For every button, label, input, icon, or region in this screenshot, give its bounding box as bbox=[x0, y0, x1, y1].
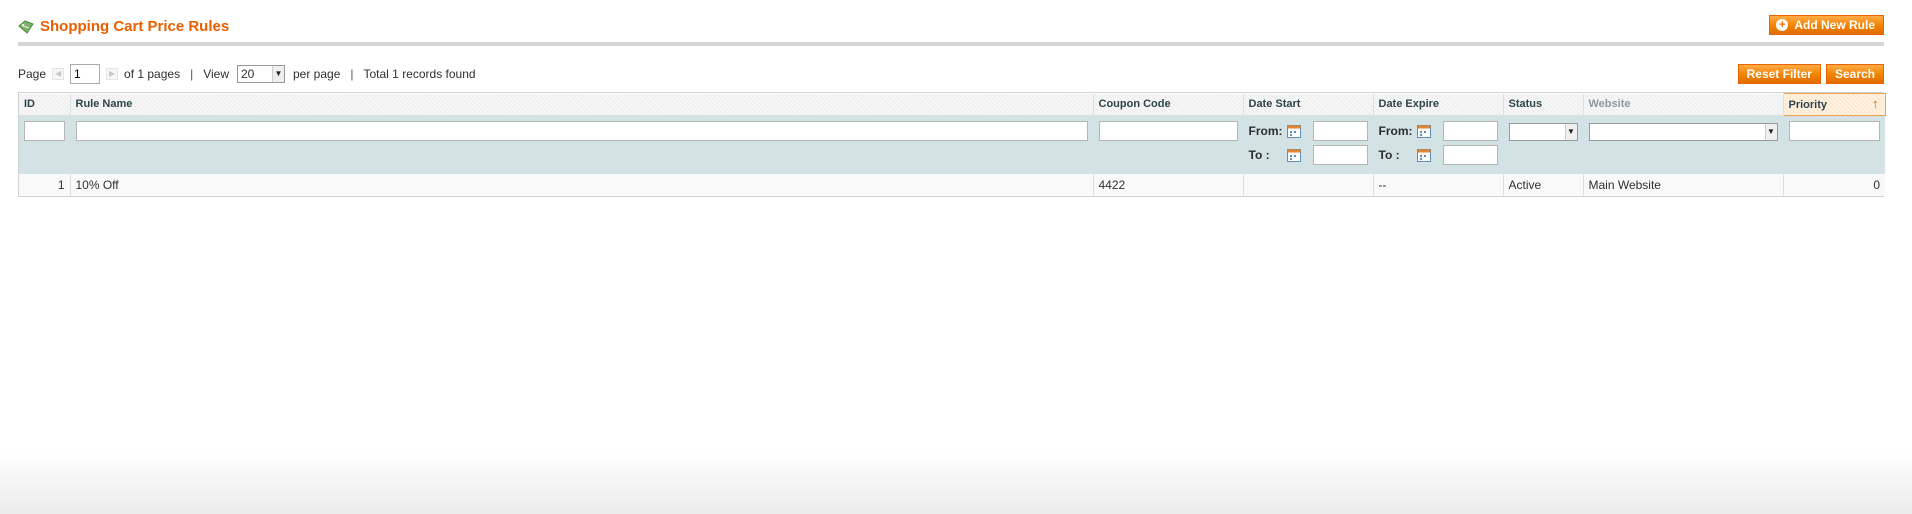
prev-page-icon[interactable]: ◀ bbox=[52, 68, 65, 80]
date-expire-from-input[interactable] bbox=[1442, 121, 1498, 141]
column-header-id[interactable]: ID bbox=[19, 93, 71, 116]
to-label: To : bbox=[1248, 148, 1270, 162]
column-header-coupon-code[interactable]: Coupon Code bbox=[1093, 93, 1244, 116]
add-new-rule-button[interactable]: + Add New Rule bbox=[1769, 15, 1884, 35]
filter-rule-name-input[interactable] bbox=[75, 121, 1088, 141]
plus-icon: + bbox=[1776, 19, 1789, 31]
filter-cell-rule-name bbox=[70, 115, 1094, 174]
filter-status-select[interactable]: ▼ bbox=[1508, 123, 1578, 141]
filter-coupon-code-input[interactable] bbox=[1098, 121, 1238, 141]
chevron-down-icon: ▼ bbox=[272, 66, 284, 82]
date-expire-from-row: From: bbox=[1379, 121, 1498, 141]
of-pages-label: of 1 pages bbox=[124, 67, 181, 81]
filter-cell-id bbox=[19, 115, 71, 174]
next-page-icon[interactable]: ▶ bbox=[106, 68, 119, 80]
cell-coupon-code: 4422 bbox=[1093, 173, 1244, 196]
column-header-priority[interactable]: Priority ↑ bbox=[1782, 93, 1886, 116]
filter-cell-date-expire: From: To : bbox=[1373, 115, 1504, 174]
filter-cell-website: ▼ bbox=[1583, 115, 1784, 174]
calendar-icon[interactable] bbox=[1286, 124, 1301, 138]
grid-actions: Reset Filter Search bbox=[1737, 64, 1884, 84]
view-label: View bbox=[203, 67, 229, 81]
pager-divider: | bbox=[190, 67, 194, 81]
cell-id: 1 bbox=[19, 173, 71, 196]
date-expire-to-row: To : bbox=[1379, 145, 1498, 165]
to-label: To : bbox=[1378, 148, 1400, 162]
page-header: Shopping Cart Price Rules + Add New Rule bbox=[18, 14, 1884, 46]
calendar-icon[interactable] bbox=[1416, 148, 1431, 162]
date-start-from-input[interactable] bbox=[1312, 121, 1368, 141]
filter-priority-input[interactable] bbox=[1788, 121, 1880, 141]
filter-cell-priority bbox=[1783, 115, 1885, 174]
table-row[interactable]: 1 10% Off 4422 -- Active Main Website 0 bbox=[19, 173, 1885, 196]
cell-date-start bbox=[1243, 173, 1374, 196]
chevron-down-icon: ▼ bbox=[1564, 124, 1577, 140]
column-header-website: Website bbox=[1583, 93, 1784, 116]
calendar-icon[interactable] bbox=[1286, 148, 1301, 162]
chevron-down-icon: ▼ bbox=[1764, 124, 1777, 140]
column-header-status[interactable]: Status bbox=[1503, 93, 1584, 116]
filter-cell-status: ▼ bbox=[1503, 115, 1584, 174]
column-header-date-expire[interactable]: Date Expire bbox=[1373, 93, 1504, 116]
tag-icon bbox=[18, 19, 34, 34]
page-title: Shopping Cart Price Rules bbox=[40, 18, 230, 35]
per-page-value: 20 bbox=[241, 67, 255, 81]
column-header-date-start[interactable]: Date Start bbox=[1243, 93, 1374, 116]
title-wrap: Shopping Cart Price Rules bbox=[18, 18, 229, 35]
sort-ascending-icon: ↑ bbox=[1872, 96, 1879, 111]
date-start-from-row: From: bbox=[1249, 121, 1368, 141]
page-label: Page bbox=[18, 67, 47, 81]
per-page-label: per page bbox=[293, 67, 341, 81]
reset-filter-button[interactable]: Reset Filter bbox=[1737, 64, 1821, 84]
search-button[interactable]: Search bbox=[1825, 64, 1884, 84]
date-expire-to-input[interactable] bbox=[1442, 145, 1498, 165]
cell-date-expire: -- bbox=[1373, 173, 1504, 196]
rules-grid: ID Rule Name Coupon Code Date Start Date… bbox=[18, 92, 1886, 197]
from-label: From: bbox=[1248, 124, 1283, 138]
filter-cell-coupon-code bbox=[1093, 115, 1244, 174]
filter-website-select[interactable]: ▼ bbox=[1588, 123, 1778, 141]
from-label: From: bbox=[1378, 124, 1413, 138]
pager-divider: | bbox=[350, 67, 354, 81]
header-row: ID Rule Name Coupon Code Date Start Date… bbox=[19, 93, 1886, 116]
filter-id-input[interactable] bbox=[24, 121, 65, 141]
date-start-to-row: To : bbox=[1249, 145, 1368, 165]
calendar-icon[interactable] bbox=[1416, 124, 1431, 138]
cell-website: Main Website bbox=[1583, 173, 1784, 196]
pager: Page ◀ ▶ of 1 pages | View 20 ▼ per page… bbox=[18, 64, 476, 84]
cell-status: Active bbox=[1503, 173, 1584, 196]
total-records: Total 1 records found bbox=[363, 67, 476, 81]
date-start-to-input[interactable] bbox=[1312, 145, 1368, 165]
cell-rule-name: 10% Off bbox=[70, 173, 1094, 196]
column-header-rule-name[interactable]: Rule Name bbox=[70, 93, 1094, 116]
per-page-select[interactable]: 20 ▼ bbox=[237, 65, 285, 83]
filter-row: From: To : From: To: ▼ ▼ bbox=[19, 115, 1885, 174]
add-new-rule-label: Add New Rule bbox=[1794, 18, 1875, 32]
priority-header-label: Priority bbox=[1788, 98, 1828, 111]
cell-priority: 0 bbox=[1783, 173, 1885, 196]
filter-cell-date-start: From: To : bbox=[1243, 115, 1374, 174]
page-number-input[interactable] bbox=[70, 64, 101, 84]
